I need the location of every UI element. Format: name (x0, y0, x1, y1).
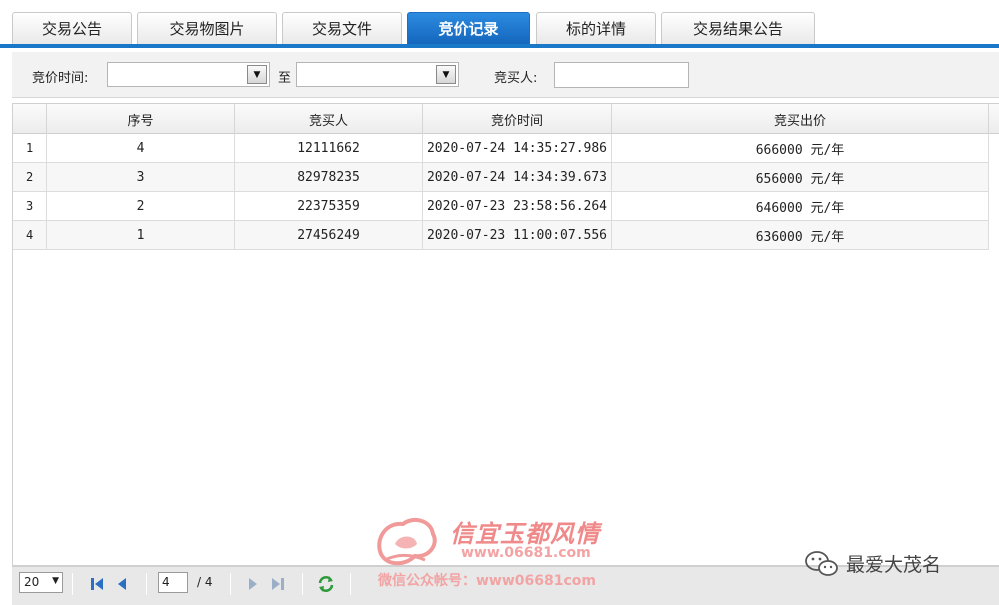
tab-target-details[interactable]: 标的详情 (536, 12, 656, 44)
chevron-down-icon: ▼ (52, 576, 59, 586)
bid-time-label: 竞价时间: (32, 71, 89, 86)
watermark-subtitle: 微信公众帐号：www06681com (378, 573, 597, 589)
pager-separator (350, 573, 351, 595)
row-number: 2 (26, 170, 34, 184)
table-row[interactable]: 4 1 27456249 2020-07-23 11:00:07.556 636… (13, 221, 989, 250)
table-header: 序号 竞买人 竞价时间 竞买出价 (13, 104, 999, 134)
bid-records-table: 序号 竞买人 竞价时间 竞买出价 1 4 12111662 2020-07-24… (12, 103, 999, 566)
watermark-title: 信宜玉都风情 (450, 519, 600, 548)
cell-bid-price: 656000 元/年 (611, 163, 989, 191)
refresh-icon[interactable] (317, 575, 335, 593)
pager-separator (72, 573, 73, 595)
cell-bid-time: 2020-07-24 14:34:39.673 (422, 163, 611, 191)
row-number: 3 (26, 199, 34, 213)
bid-time-to-select[interactable]: ▼ (296, 62, 459, 87)
cell-bid-time: 2020-07-24 14:35:27.986 (422, 134, 611, 162)
row-number: 4 (26, 228, 34, 242)
prev-page-icon[interactable] (113, 575, 131, 593)
cell-seq: 3 (46, 163, 234, 191)
wechat-watermark: 最爱大茂名 (800, 548, 980, 578)
cell-bid-price: 636000 元/年 (611, 221, 989, 249)
cell-seq: 1 (46, 221, 234, 249)
bid-time-from-select[interactable]: ▼ (107, 62, 270, 87)
table-row[interactable]: 2 3 82978235 2020-07-24 14:34:39.673 656… (13, 163, 989, 192)
tab-bar: 交易公告 交易物图片 交易文件 竞价记录 标的详情 交易结果公告 (0, 0, 999, 48)
page-size-select[interactable]: 20 ▼ (19, 572, 63, 593)
pager-separator (302, 573, 303, 595)
column-header-bid-price[interactable]: 竞买出价 (611, 104, 989, 134)
row-number: 1 (26, 141, 34, 155)
cell-seq: 4 (46, 134, 234, 162)
buyer-label: 竞买人: (494, 71, 538, 86)
pager-separator (146, 573, 147, 595)
tab-result-announcement[interactable]: 交易结果公告 (661, 12, 815, 44)
cell-buyer: 27456249 (234, 221, 422, 249)
first-page-icon[interactable] (88, 575, 106, 593)
cell-bid-price: 666000 元/年 (611, 134, 989, 162)
bid-records-page: 交易公告 交易物图片 交易文件 竞价记录 标的详情 交易结果公告 竞价时间: ▼… (0, 0, 999, 605)
last-page-icon[interactable] (269, 575, 287, 593)
page-size-value: 20 (24, 575, 40, 589)
current-page-value: 4 (162, 575, 170, 589)
wechat-icon (805, 551, 838, 576)
cell-buyer: 82978235 (234, 163, 422, 191)
pager-separator (230, 573, 231, 595)
cell-bid-price: 646000 元/年 (611, 192, 989, 220)
column-header-bid-time[interactable]: 竞价时间 (422, 104, 611, 134)
tab-announcement[interactable]: 交易公告 (12, 12, 132, 44)
table-row[interactable]: 3 2 22375359 2020-07-23 23:58:56.264 646… (13, 192, 989, 221)
watermark: 信宜玉都风情 www.06681.com 微信公众帐号：www06681com (375, 512, 635, 592)
chevron-down-icon[interactable]: ▼ (436, 65, 456, 84)
watermark-url: www.06681.com (461, 545, 591, 561)
column-header-seq[interactable]: 序号 (46, 104, 234, 134)
tab-bid-records[interactable]: 竞价记录 (407, 12, 530, 44)
chevron-down-icon[interactable]: ▼ (247, 65, 267, 84)
cell-bid-time: 2020-07-23 11:00:07.556 (422, 221, 611, 249)
cell-buyer: 12111662 (234, 134, 422, 162)
total-pages-text: / 4 (197, 575, 213, 589)
next-page-icon[interactable] (244, 575, 262, 593)
watermark-logo-icon (377, 517, 437, 566)
current-page-input[interactable]: 4 (158, 572, 188, 593)
cell-bid-time: 2020-07-23 23:58:56.264 (422, 192, 611, 220)
to-label: 至 (278, 71, 292, 86)
table-row[interactable]: 1 4 12111662 2020-07-24 14:35:27.986 666… (13, 134, 989, 163)
wechat-account-name: 最爱大茂名 (846, 554, 942, 576)
tab-documents[interactable]: 交易文件 (282, 12, 402, 44)
buyer-input[interactable] (554, 62, 689, 88)
cell-seq: 2 (46, 192, 234, 220)
column-header-buyer[interactable]: 竞买人 (234, 104, 422, 134)
tab-item-images[interactable]: 交易物图片 (137, 12, 277, 44)
cell-buyer: 22375359 (234, 192, 422, 220)
filter-bar: 竞价时间: ▼ 至 ▼ 竞买人: (12, 52, 999, 98)
